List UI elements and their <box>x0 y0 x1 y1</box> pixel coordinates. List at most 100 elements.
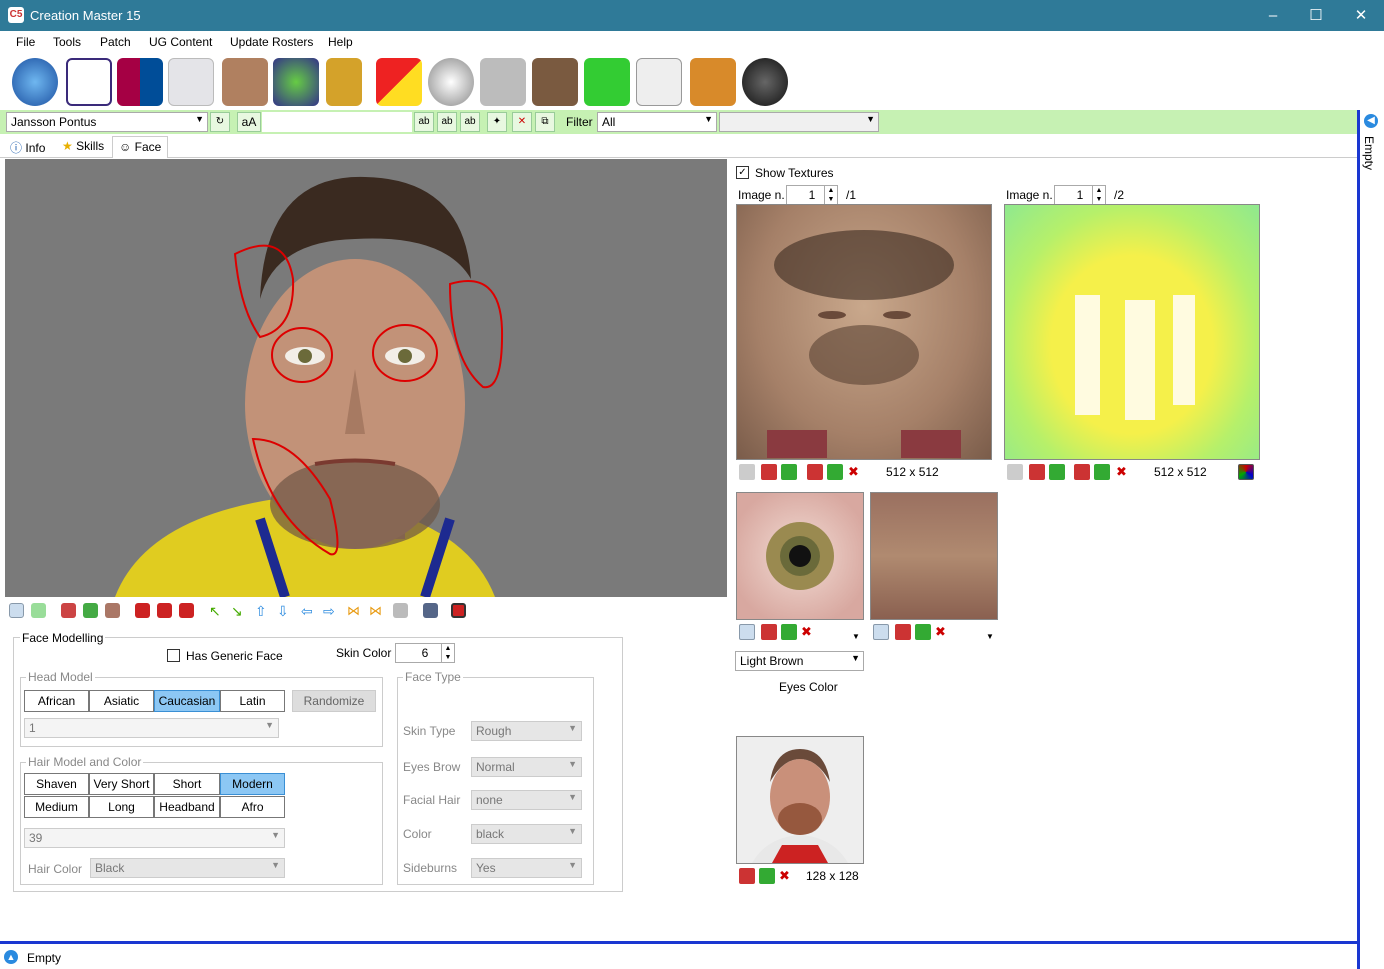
secondary-select[interactable]: ▼ <box>719 112 879 132</box>
export-head-icon[interactable] <box>83 603 98 618</box>
save-texture2-icon[interactable] <box>1007 464 1023 480</box>
menu-help[interactable]: Help <box>328 35 353 49</box>
sideburns-select[interactable]: Yes ▼ <box>471 858 582 878</box>
right-dock-panel[interactable]: ◀ Empty <box>1357 110 1384 969</box>
import-mouth-icon[interactable] <box>895 624 911 640</box>
maximize-button[interactable]: ☐ <box>1293 0 1339 31</box>
arrow-up-icon[interactable]: ⇧ <box>255 603 270 619</box>
gloves-icon[interactable] <box>690 58 736 106</box>
delete-texture2-icon[interactable]: ✖ <box>1116 464 1132 480</box>
head-latin-button[interactable]: Latin <box>220 690 285 712</box>
import-texture-icon[interactable] <box>761 464 777 480</box>
minimize-button[interactable]: – <box>1250 0 1296 31</box>
refresh-icon[interactable] <box>31 603 46 618</box>
import-texture2-icon[interactable] <box>1029 464 1045 480</box>
player-portrait-image[interactable] <box>736 736 864 864</box>
camera-icon[interactable] <box>423 603 438 618</box>
hair-import-icon[interactable] <box>135 603 150 618</box>
close-button[interactable]: ✕ <box>1338 0 1384 31</box>
manager-icon[interactable] <box>532 58 578 106</box>
boots-icon[interactable] <box>480 58 526 106</box>
case-toggle-button[interactable]: aA <box>237 112 261 132</box>
export-portrait-icon[interactable] <box>759 868 775 884</box>
copy-icon[interactable]: ⧉ <box>535 112 555 132</box>
new-item-icon[interactable]: ✦ <box>487 112 507 132</box>
stadium-icon[interactable] <box>273 58 319 106</box>
head-african-button[interactable]: African <box>24 690 89 712</box>
arrow-right-icon[interactable]: ⇨ <box>323 603 338 619</box>
image2-spinner[interactable]: 1 ▲ ▼ <box>1054 185 1106 205</box>
arrow-up-left-icon[interactable]: ↖ <box>209 603 224 619</box>
delete-mouth-icon[interactable]: ✖ <box>935 624 951 640</box>
render-icon[interactable] <box>451 603 466 618</box>
shrink-icon[interactable]: ⋈ <box>347 603 362 618</box>
pitch-icon[interactable] <box>584 58 630 106</box>
export-alpha-icon[interactable] <box>827 464 843 480</box>
face-3d-viewport[interactable] <box>5 159 727 597</box>
trophy-icon[interactable] <box>326 58 362 106</box>
import-portrait-icon[interactable] <box>739 868 755 884</box>
ball-icon[interactable] <box>428 58 474 106</box>
cards-icon[interactable] <box>376 58 422 106</box>
expand-left-icon[interactable]: ◀ <box>1364 114 1378 128</box>
head-caucasian-button[interactable]: Caucasian <box>154 690 220 712</box>
arrow-down-right-icon[interactable]: ↘ <box>231 603 246 619</box>
menu-update-rosters[interactable]: Update Rosters <box>230 35 313 49</box>
head-asiatic-button[interactable]: Asiatic <box>89 690 154 712</box>
expand-eye-icon[interactable]: ▼ <box>852 632 868 648</box>
export-mouth-icon[interactable] <box>915 624 931 640</box>
globe-icon[interactable] <box>12 58 58 106</box>
import-eye-icon[interactable] <box>761 624 777 640</box>
randomize-button[interactable]: Randomize <box>292 690 376 712</box>
hair-long-button[interactable]: Long <box>89 796 154 818</box>
player-select[interactable]: Jansson Pontus ▼ <box>6 112 208 132</box>
head-icon[interactable] <box>105 603 120 618</box>
menu-ug-content[interactable]: UG Content <box>149 35 212 49</box>
eye-texture-image[interactable] <box>736 492 864 620</box>
eyes-brow-select[interactable]: Normal ▼ <box>471 757 582 777</box>
arrow-left-icon[interactable]: ⇦ <box>301 603 316 619</box>
save-icon[interactable] <box>393 603 408 618</box>
refresh-button[interactable]: ↻ <box>210 112 230 132</box>
export-texture-icon[interactable] <box>781 464 797 480</box>
hair-color-select[interactable]: Black ▼ <box>90 858 285 878</box>
menu-file[interactable]: File <box>16 35 35 49</box>
eye-preview-icon[interactable] <box>739 624 755 640</box>
filter-select[interactable]: All ▼ <box>597 112 717 132</box>
export-texture2-icon[interactable] <box>1049 464 1065 480</box>
delete-icon[interactable]: ✕ <box>512 112 532 132</box>
mouth-preview-icon[interactable] <box>873 624 889 640</box>
abc-next-icon[interactable]: ab <box>437 112 457 132</box>
image1-spinner[interactable]: 1 ▲ ▼ <box>786 185 838 205</box>
spinner-arrows-icon[interactable]: ▲ ▼ <box>441 644 454 662</box>
face-texture-image[interactable] <box>736 204 992 460</box>
import-head-icon[interactable] <box>61 603 76 618</box>
save-texture-icon[interactable] <box>739 464 755 480</box>
export-eye-icon[interactable] <box>781 624 797 640</box>
expand-up-icon[interactable]: ▲ <box>4 950 18 964</box>
skin-type-select[interactable]: Rough ▼ <box>471 721 582 741</box>
hair-short-button[interactable]: Short <box>154 773 220 795</box>
delete-texture-icon[interactable]: ✖ <box>848 464 864 480</box>
expand-icon[interactable]: ⋈ <box>369 603 384 618</box>
skin-color-spinner[interactable]: 6 ▲ ▼ <box>395 643 455 663</box>
player-face-icon[interactable] <box>222 58 268 106</box>
hair-medium-button[interactable]: Medium <box>24 796 89 818</box>
newspaper-icon[interactable] <box>636 58 682 106</box>
hair-delete-icon[interactable] <box>179 603 194 618</box>
specular-texture-image[interactable] <box>1004 204 1260 460</box>
expand-mouth-icon[interactable]: ▼ <box>986 632 1002 648</box>
search-input[interactable] <box>262 112 412 132</box>
tab-skills[interactable]: ★ Skills <box>56 136 110 158</box>
delete-eye-icon[interactable]: ✖ <box>801 624 817 640</box>
head-model-select[interactable]: 1 ▼ <box>24 718 279 738</box>
hair-export-icon[interactable] <box>157 603 172 618</box>
fcb-crest-icon[interactable] <box>117 58 163 106</box>
color-wheel-icon[interactable] <box>1238 464 1254 480</box>
tab-face[interactable]: ☺ Face <box>112 136 169 158</box>
hair-very-short-button[interactable]: Very Short <box>89 773 154 795</box>
facial-color-select[interactable]: black ▼ <box>471 824 582 844</box>
abc-search-icon[interactable]: ab <box>414 112 434 132</box>
generic-face-checkbox[interactable] <box>167 649 180 662</box>
premier-league-icon[interactable] <box>66 58 112 106</box>
